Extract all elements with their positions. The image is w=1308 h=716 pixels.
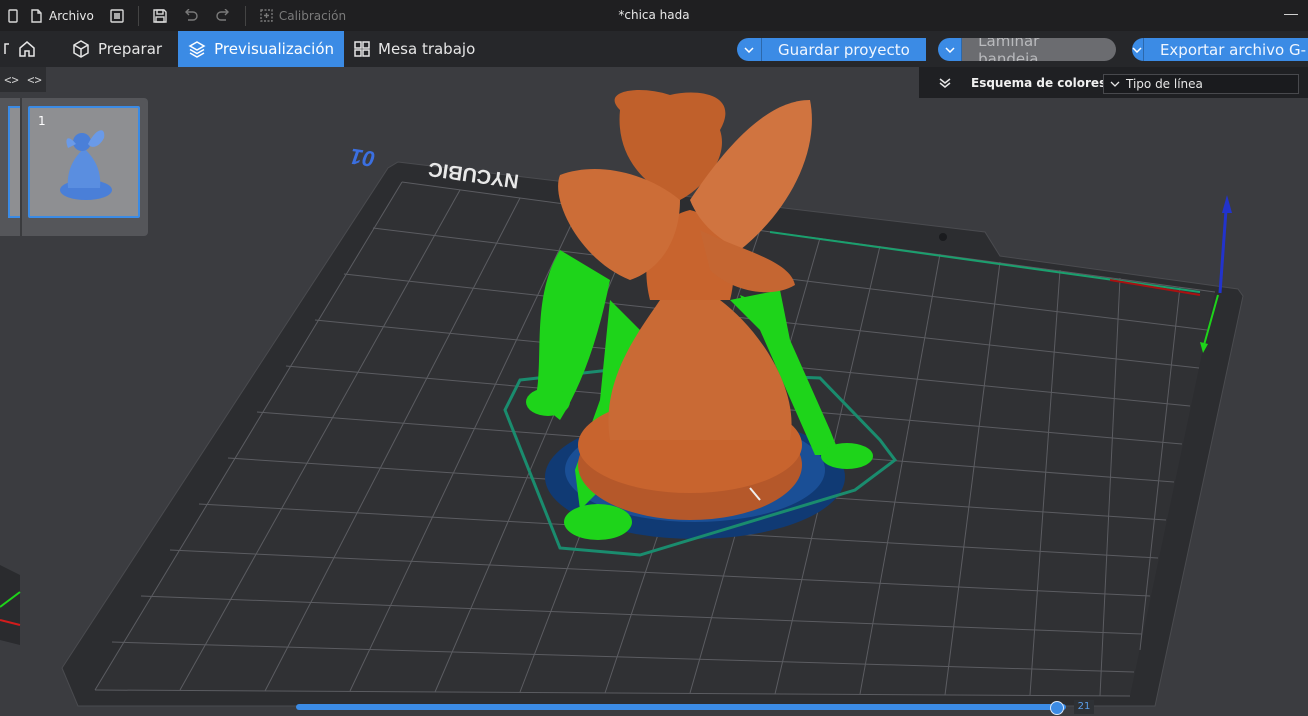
save-project-label: Guardar proyecto [762,38,926,61]
color-scheme-panel: Esquema de colores Tipo de línea [919,67,1308,98]
grid-icon [354,41,370,57]
undo-icon [184,8,198,21]
separator [137,5,139,26]
cube-icon [73,40,89,58]
plate-thumbnail-partial[interactable] [8,106,20,218]
file-menu-label: Archivo [49,8,94,23]
tab-workbench[interactable]: Mesa trabajo [344,31,485,67]
save-project-dropdown[interactable] [737,38,762,61]
tab-preview[interactable]: Previsualización [178,31,344,67]
plate-thumbnail-panel: 1 [0,98,148,236]
export-label: Exportar archivo G- [1143,38,1308,61]
scene-canvas: NYCUBIC 01 [0,90,1244,707]
z-axis [1218,209,1228,294]
double-chevron-icon [939,77,951,88]
z-axis-arrow-icon [1222,195,1232,213]
layer-slider-value: 21 [1074,700,1094,714]
panel-divider [20,98,22,236]
export-gcode-button[interactable]: Exportar archivo G- [1132,38,1308,61]
hamburger-icon [110,8,124,23]
layers-icon [188,41,206,58]
slice-plate-label: Laminar bandeja [962,38,1116,61]
slice-plate-dropdown[interactable] [938,38,963,61]
calibration-label: Calibración [278,8,347,23]
plate-list-toggle[interactable]: <> <> [0,67,46,92]
home-button[interactable] [0,31,42,67]
code-collapse-icon[interactable]: <> [4,73,18,87]
color-scheme-value: Tipo de línea [1126,77,1203,91]
chevron-down-icon [744,46,754,53]
minimize-window-button[interactable] [1284,14,1298,15]
partial-icon [4,43,9,54]
color-scheme-select[interactable]: Tipo de línea [1103,74,1299,94]
calibration-icon [260,9,273,22]
save-button[interactable] [145,0,175,31]
tab-workbench-label: Mesa trabajo [378,40,476,58]
chevron-down-icon [1110,81,1120,87]
app-menu-icon [8,8,18,23]
save-icon [153,8,167,23]
undo-button[interactable] [175,0,207,31]
chevron-down-icon [945,46,955,53]
plate-hole [939,233,947,241]
color-scheme-label: Esquema de colores [971,75,1107,90]
menu-button[interactable] [102,0,132,31]
chevron-down-icon [1132,46,1142,53]
title-bar: Archivo Calibración *chica hada [0,0,1308,32]
tab-prepare[interactable]: Preparar [62,31,172,67]
redo-icon [216,8,229,21]
file-menu-button[interactable]: Archivo [22,0,102,31]
3d-viewport[interactable]: NYCUBIC 01 [0,67,1308,716]
home-icon [19,41,35,57]
plate-number: 1 [38,114,46,128]
slice-plate-button[interactable]: Laminar bandeja [938,38,1116,61]
model-thumbnail-icon [60,130,112,200]
plate-thumbnail[interactable]: 1 [28,106,140,218]
save-project-button[interactable]: Guardar proyecto [737,38,937,61]
layer-slider-handle[interactable] [1050,701,1064,715]
calibration-button[interactable]: Calibración [252,0,354,31]
tab-prepare-label: Preparar [98,40,163,58]
app-menu-button[interactable] [0,0,22,31]
collapse-panel-button[interactable] [919,77,971,88]
separator [244,5,246,26]
layer-slider[interactable] [296,701,1066,715]
tab-preview-label: Previsualización [214,40,334,58]
redo-button[interactable] [207,0,239,31]
code-expand-icon[interactable]: <> [27,73,41,87]
file-icon [31,8,42,23]
layer-slider-track[interactable] [296,704,1066,710]
bed-model-lettering: 01 [349,144,377,172]
bed-model-text: 01 [349,144,377,172]
